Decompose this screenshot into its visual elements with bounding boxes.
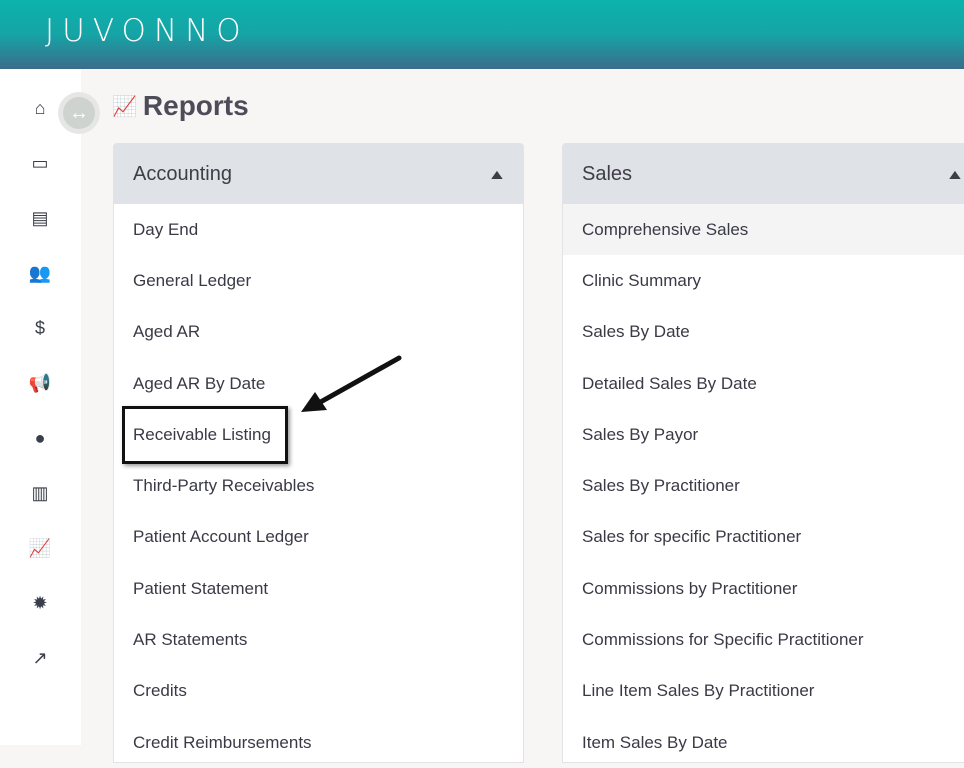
report-link[interactable]: Commissions by Practitioner: [563, 563, 964, 614]
sidebar: ⌂ ▭ ▤ 👥 $ 📢 ● ▥ 📈 ✹ ↗: [0, 69, 81, 745]
panel-header[interactable]: Accounting ▲: [114, 144, 523, 204]
report-link[interactable]: Credit Reimbursements: [114, 717, 523, 768]
report-link[interactable]: Day End: [114, 204, 523, 255]
panel-title: Accounting: [133, 162, 232, 185]
report-link[interactable]: Sales By Payor: [563, 409, 964, 460]
megaphone-icon[interactable]: 📢: [28, 371, 52, 395]
report-link[interactable]: Sales for specific Practitioner: [563, 512, 964, 563]
chevron-up-icon[interactable]: ▲: [487, 166, 506, 182]
line-chart-icon: 📈: [112, 95, 137, 118]
chevron-up-icon[interactable]: ▲: [945, 166, 964, 182]
home-icon[interactable]: ⌂: [28, 96, 52, 120]
report-link[interactable]: Item Sales By Date: [563, 717, 964, 768]
panel-title: Sales: [582, 162, 633, 185]
report-link[interactable]: General Ledger: [114, 255, 523, 306]
page-title-text: Reports: [142, 90, 249, 121]
report-link[interactable]: Credits: [114, 666, 523, 717]
report-link[interactable]: Line Item Sales By Practitioner: [563, 666, 964, 717]
juvonno-logo[interactable]: JUVONNO: [45, 13, 249, 49]
report-link[interactable]: Comprehensive Sales: [563, 204, 964, 256]
highlight-box-annotation: [122, 406, 288, 464]
dollar-icon[interactable]: $: [28, 316, 52, 340]
report-link[interactable]: Sales By Practitioner: [563, 460, 964, 511]
chat-bubble-icon[interactable]: ●: [28, 426, 52, 450]
sidebar-toggle-button[interactable]: ↔: [58, 92, 100, 134]
report-link[interactable]: Third-Party Receivables: [114, 460, 523, 511]
users-icon[interactable]: 👥: [28, 261, 52, 285]
report-link[interactable]: Commissions for Specific Practitioner: [563, 614, 964, 665]
report-link[interactable]: Patient Account Ledger: [114, 512, 523, 563]
top-bar: JUVONNO: [0, 0, 964, 69]
report-link[interactable]: AR Statements: [114, 614, 523, 665]
report-link[interactable]: Detailed Sales By Date: [563, 358, 964, 409]
monitor-icon[interactable]: ▭: [28, 151, 52, 175]
external-link-icon[interactable]: ↗: [28, 646, 52, 670]
panel-header[interactable]: Sales ▲: [563, 144, 964, 204]
report-link[interactable]: Patient Statement: [114, 563, 523, 614]
sales-panel: Sales ▲ Comprehensive Sales Clinic Summary S…: [562, 143, 964, 763]
report-link[interactable]: Clinic Summary: [563, 255, 964, 306]
page-title: 📈 Reports: [112, 90, 249, 122]
chart-icon[interactable]: 📈: [28, 536, 52, 560]
report-link[interactable]: Sales By Date: [563, 307, 964, 358]
arrow-annotation: [301, 355, 402, 412]
arrows-horizontal-icon: ↔: [63, 97, 95, 129]
clipboard-icon[interactable]: ▤: [28, 206, 52, 230]
document-icon[interactable]: ▥: [28, 481, 52, 505]
gear-icon[interactable]: ✹: [28, 591, 52, 615]
